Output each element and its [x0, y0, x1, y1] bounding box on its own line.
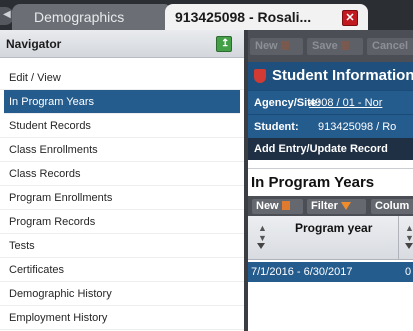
cancel-button[interactable]: Cancel: [367, 38, 413, 55]
column-filter-icon[interactable]: [405, 243, 413, 249]
navigator-title: Navigator: [6, 37, 62, 51]
filter-icon: [340, 202, 351, 210]
cancel-button-label: Cancel: [372, 40, 409, 52]
chevron-left-icon: ◀: [3, 9, 11, 20]
save-button[interactable]: Save: [307, 38, 363, 55]
pin-icon: ↥: [221, 38, 230, 49]
agency-site-row: Agency/Site: 4908 / 01 - Nor: [248, 90, 413, 114]
nav-item-certificates[interactable]: Certificates: [0, 258, 244, 282]
student-info-title: Student Information: [272, 67, 413, 84]
navigator-panel: Navigator ↥ Edit / View In Program Years…: [0, 30, 246, 331]
program-year-cell: 7/1/2016 - 6/30/2017: [251, 266, 353, 278]
column-separator: [398, 216, 399, 260]
tab-strip: ◀ Demographics 913425098 - Rosali... ✕: [0, 0, 413, 30]
new-record-button[interactable]: New: [250, 38, 303, 55]
nav-item-tests[interactable]: Tests: [0, 234, 244, 258]
column-filter-icon[interactable]: [257, 243, 265, 249]
agency-site-link[interactable]: 4908 / 01 - Nor: [309, 97, 382, 109]
nav-item-class-records[interactable]: Class Records: [0, 162, 244, 186]
new-doc-icon: [280, 41, 289, 50]
column-header-program-year[interactable]: Program year: [295, 221, 372, 235]
nav-item-in-program-years[interactable]: In Program Years: [4, 90, 240, 114]
grid-toolbar: New Filter Colum: [248, 196, 413, 216]
grid-header: ▲ ▼ Program year ▲ ▼: [248, 216, 413, 260]
navigator-header: Navigator ↥: [0, 30, 244, 58]
add-entry-update-record-button[interactable]: Add Entry/Update Record: [248, 138, 413, 160]
record-toolbar: New Save Cancel: [248, 30, 413, 62]
student-label: Student:: [254, 121, 299, 133]
nav-item-employment-history[interactable]: Employment History: [0, 306, 244, 330]
pin-navigator-button[interactable]: ↥: [216, 36, 232, 52]
nav-item-class-enrollments[interactable]: Class Enrollments: [0, 138, 244, 162]
grid-columns-label: Colum: [375, 200, 410, 212]
save-icon: [340, 41, 349, 50]
tab-demographics[interactable]: Demographics: [12, 4, 172, 30]
close-tab-button[interactable]: ✕: [342, 10, 358, 26]
sort-icon[interactable]: ▲ ▼: [258, 223, 267, 243]
second-column-cell: 0: [405, 266, 412, 278]
student-info-header: Student Information: [248, 62, 413, 90]
new-doc-icon: [281, 201, 290, 210]
section-title: In Program Years: [248, 168, 413, 196]
grid-filter-button[interactable]: Filter: [307, 199, 366, 214]
grid-filter-label: Filter: [311, 200, 338, 212]
nav-item-student-records[interactable]: Student Records: [0, 114, 244, 138]
grid-new-button[interactable]: New: [252, 199, 303, 214]
close-icon: ✕: [345, 12, 355, 24]
sort-icon[interactable]: ▲ ▼: [405, 223, 413, 243]
new-button-label: New: [255, 40, 278, 52]
student-row: Student: 913425098 / Ro: [248, 114, 413, 138]
table-row[interactable]: 7/1/2016 - 6/30/2017 0: [248, 262, 413, 282]
tab-student-record[interactable]: 913425098 - Rosali...: [165, 4, 368, 30]
grid-columns-button[interactable]: Colum: [371, 199, 413, 214]
nav-item-demographic-history[interactable]: Demographic History: [0, 282, 244, 306]
navigator-list: Edit / View In Program Years Student Rec…: [0, 58, 244, 330]
save-button-label: Save: [312, 40, 338, 52]
nav-item-program-records[interactable]: Program Records: [0, 210, 244, 234]
nav-item-program-enrollments[interactable]: Program Enrollments: [0, 186, 244, 210]
shield-icon: [254, 69, 266, 83]
student-value: 913425098 / Ro: [318, 121, 397, 133]
nav-item-edit-view[interactable]: Edit / View: [0, 66, 244, 90]
main-panel: New Save Cancel Student Information Agen…: [248, 30, 413, 331]
grid-new-label: New: [256, 200, 279, 212]
